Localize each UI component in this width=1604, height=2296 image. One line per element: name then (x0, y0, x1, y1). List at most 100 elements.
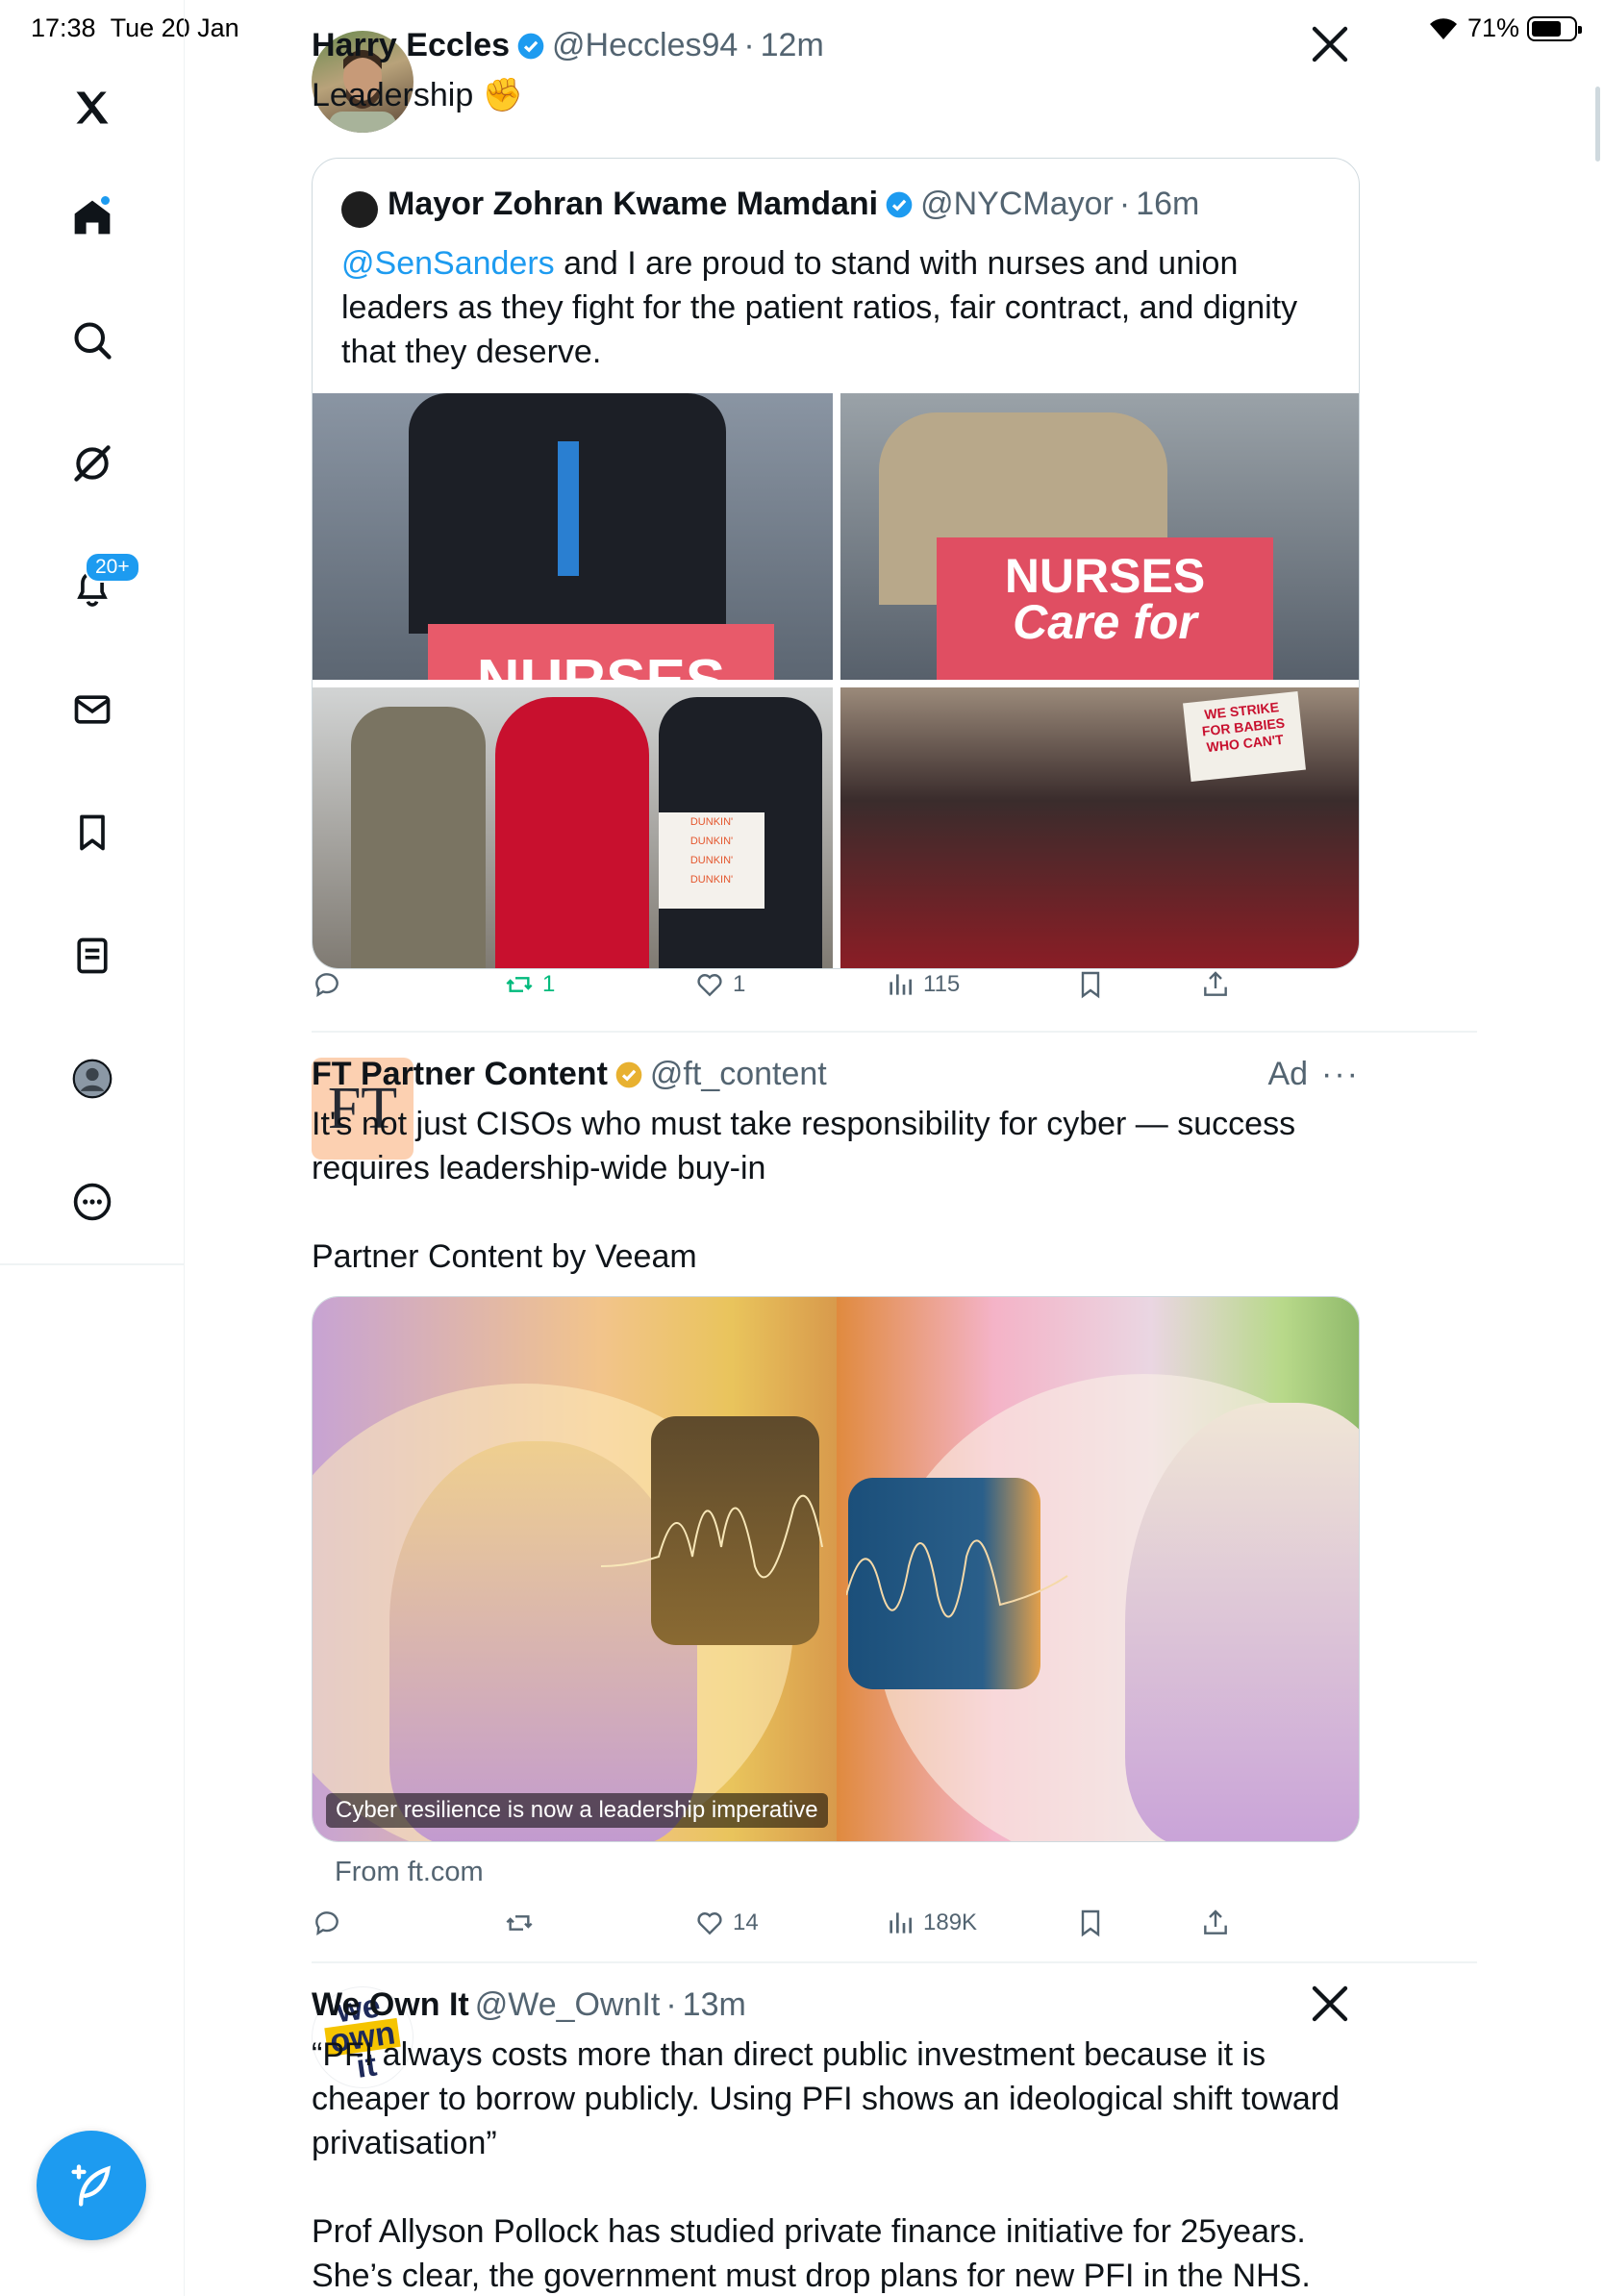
quoted-header: Mayor Zohran Kwame Mamdani @NYCMayor · 1… (388, 186, 1199, 223)
quoted-author-handle[interactable]: @NYCMayor (920, 186, 1114, 223)
repost-button[interactable] (504, 1908, 542, 1938)
mention-link[interactable]: @SenSanders (341, 245, 555, 282)
bookmark-button[interactable] (1075, 1908, 1106, 1938)
tweet-actions: 1 1 115 (312, 961, 1235, 1008)
notifications-bell-icon[interactable]: 20+ (63, 552, 140, 615)
quoted-verified-badge-icon (886, 191, 913, 217)
separator-dot: · (1118, 186, 1131, 222)
nurses-sign: NURSES (428, 624, 774, 680)
author-name[interactable]: We Own It (312, 1986, 469, 2024)
repost-button[interactable]: 1 (504, 969, 555, 1000)
views-button[interactable]: 189K (885, 1908, 977, 1938)
care-for-text: Care for (1013, 595, 1197, 649)
share-icon (1204, 1909, 1227, 1934)
dunkin-box-label: DUNKIN' (689, 816, 734, 828)
quoted-author-avatar[interactable] (341, 191, 378, 228)
dunkin-box-label: DUNKIN' (689, 855, 734, 866)
left-panel-art (313, 1297, 837, 1841)
strike-sign: WE STRIKE FOR BABIES WHO CAN'T (1183, 690, 1306, 783)
photo-crowd[interactable]: WE STRIKE FOR BABIES WHO CAN'T (840, 687, 1359, 968)
reply-icon (315, 1911, 338, 1935)
right-panel-art (837, 1297, 1359, 1841)
separator-dot: · (743, 27, 755, 63)
like-button[interactable]: 1 (694, 969, 745, 1000)
author-name[interactable]: Harry Eccles (312, 27, 510, 64)
tweet-text: “PFI always costs more than direct publi… (312, 2036, 1341, 2161)
author-handle[interactable]: @ft_content (650, 1056, 827, 1093)
bookmarks-icon[interactable] (63, 804, 121, 861)
scrollbar-thumb[interactable] (1595, 87, 1600, 162)
compose-feather-icon (71, 2164, 111, 2207)
quoted-tweet-text: @SenSanders and I are proud to stand wit… (341, 245, 1298, 370)
ad-label-group: Ad ··· (1267, 1056, 1360, 1093)
messages-envelope-icon[interactable] (63, 681, 121, 738)
verified-badge-icon (517, 33, 544, 59)
tweet-header: FT Partner Content @ft_content (312, 1056, 827, 1093)
author-name[interactable]: FT Partner Content (312, 1056, 608, 1093)
timeline[interactable]: Harry Eccles @Heccles94 · 12m Leadership… (185, 0, 1604, 2296)
quoted-tweet[interactable]: Mayor Zohran Kwame Mamdani @NYCMayor · 1… (312, 158, 1360, 969)
home-icon[interactable] (63, 188, 121, 246)
photo-mamdani-podium[interactable]: NURSES (313, 393, 833, 680)
home-unread-dot (99, 194, 112, 207)
notifications-badge: 20+ (85, 552, 140, 583)
author-handle[interactable]: @We_OwnIt (475, 1986, 661, 2024)
tweet-divider (312, 1961, 1477, 1963)
ad-label: Ad (1267, 1056, 1309, 1092)
tweet-we-own-it[interactable]: We Own It @We_OwnIt · 13m “PFI always co… (312, 1983, 1360, 2296)
heart-icon (697, 1912, 722, 1935)
like-button[interactable]: 14 (694, 1908, 759, 1938)
photo-grid: NURSES NURSES Care for DUNKIN' DUNKIN' (313, 393, 1359, 968)
quoted-author-name[interactable]: Mayor Zohran Kwame Mamdani (388, 186, 878, 223)
separator-dot: · (665, 1986, 677, 2023)
post-time[interactable]: 13m (683, 1986, 746, 2024)
views-button[interactable]: 115 (885, 969, 960, 1000)
tweet-text: Leadership ✊ (312, 77, 524, 113)
sidebar-divider (0, 1263, 185, 1265)
author-handle[interactable]: @Heccles94 (552, 27, 738, 64)
tweet-divider (312, 1031, 1477, 1033)
repost-icon (506, 1915, 533, 1931)
photo-walking-group[interactable]: DUNKIN' DUNKIN' DUNKIN' DUNKIN' (313, 687, 833, 968)
share-button[interactable] (1200, 1908, 1231, 1938)
grok-icon[interactable] (63, 435, 121, 492)
views-chart-icon (890, 974, 912, 995)
bookmark-button[interactable] (1075, 969, 1106, 1000)
share-button[interactable] (1200, 969, 1231, 1000)
tweet-ft-partner-content-ad[interactable]: FT Partner Content @ft_content Ad ··· It… (312, 1052, 1360, 2013)
dunkin-box-label: DUNKIN' (689, 836, 734, 847)
photo-sanders-podium[interactable]: NURSES Care for (840, 393, 1359, 680)
tweet-header: Harry Eccles @Heccles94 · 12m (312, 27, 824, 64)
share-icon (1204, 971, 1227, 996)
more-options-dots-icon[interactable]: ··· (1321, 1056, 1360, 1093)
post-time[interactable]: 12m (761, 27, 824, 64)
tweet-text-secondary: Partner Content by Veeam (312, 1238, 697, 1275)
profile-avatar-icon[interactable] (63, 1050, 121, 1108)
compose-post-button[interactable] (37, 2131, 146, 2240)
gold-verified-badge-icon (615, 1061, 642, 1087)
reply-icon (315, 973, 338, 997)
grok-tweet-icon[interactable] (1307, 21, 1353, 67)
repost-icon (506, 977, 533, 992)
more-options-icon[interactable] (63, 1173, 121, 1231)
views-chart-icon (890, 1912, 912, 1934)
tweet-harry-eccles[interactable]: Harry Eccles @Heccles94 · 12m Leadership… (312, 23, 1360, 1013)
reply-button[interactable] (312, 969, 350, 1000)
lists-icon[interactable] (63, 927, 121, 985)
heart-icon (697, 974, 722, 997)
bookmark-icon (1081, 971, 1100, 999)
ad-media-card[interactable]: Cyber resilience is now a leadership imp… (312, 1296, 1360, 1842)
grok-tweet-icon[interactable] (1307, 1981, 1353, 2027)
reply-button[interactable] (312, 1908, 350, 1938)
tweet-actions: 14 189K (312, 1900, 1235, 1946)
tweet-header: We Own It @We_OwnIt · 13m (312, 1986, 746, 2024)
tweet-text: It's not just CISOs who must take respon… (312, 1106, 1296, 1186)
link-source[interactable]: From ft.com (335, 1850, 484, 1894)
sidebar: 20+ (0, 0, 185, 2296)
dunkin-box-label: DUNKIN' (689, 874, 734, 886)
media-caption: Cyber resilience is now a leadership imp… (326, 1793, 828, 1828)
x-logo-icon[interactable] (63, 79, 121, 137)
tweet-text-secondary: Prof Allyson Pollock has studied private… (312, 2213, 1311, 2294)
search-icon[interactable] (63, 312, 121, 369)
quoted-post-time[interactable]: 16m (1136, 186, 1199, 223)
